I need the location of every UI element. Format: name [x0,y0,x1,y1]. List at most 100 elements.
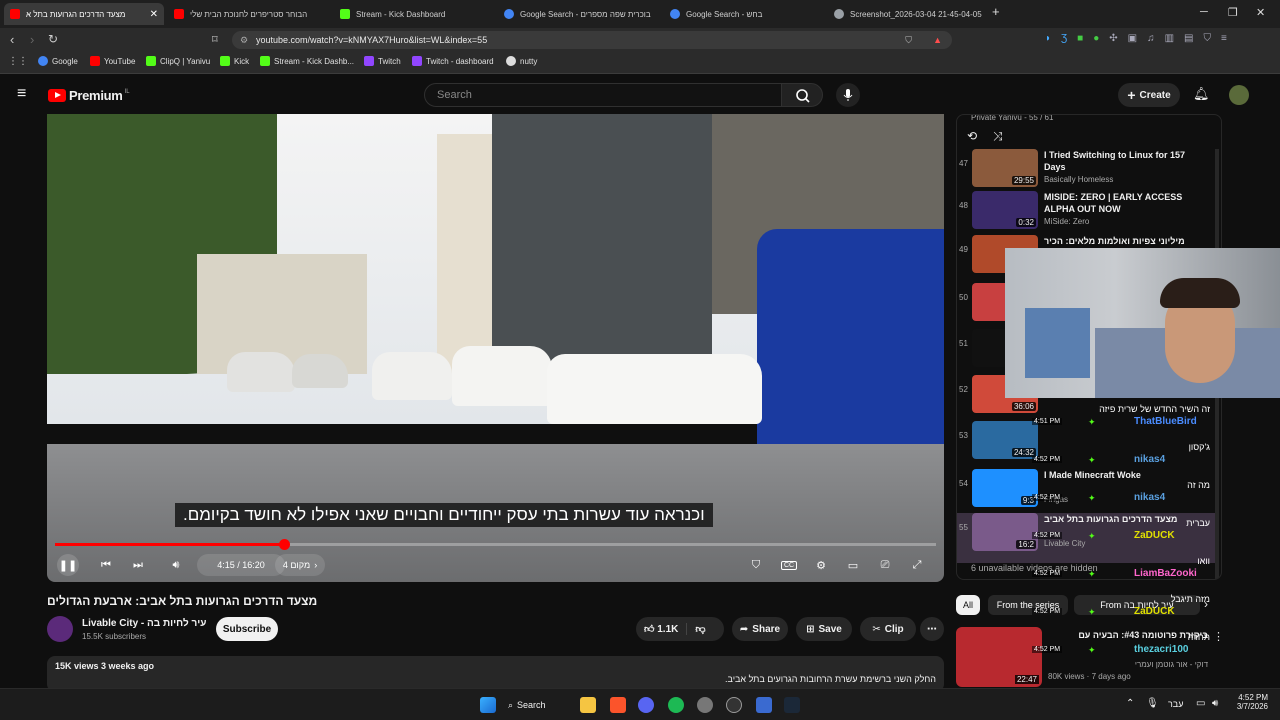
bookmark-youtube[interactable]: YouTube [90,56,135,66]
chapter-button[interactable]: 4 מקום › [275,554,325,576]
speaker-icon[interactable]: 🔊︎ [1212,698,1218,709]
avatar[interactable] [1229,85,1249,105]
settings-button[interactable]: ⚙ [810,554,832,576]
playlist-item-index: 51 [959,339,968,348]
clip-button[interactable]: ✂ Clip [860,617,916,641]
video-title: מצעד הדרכים הגרועות בתל אביב: ארבעת הגדו… [47,594,318,608]
search-input[interactable]: Search [424,83,782,107]
progress-scrubber[interactable] [279,539,291,550]
chevron-up-icon[interactable]: ⌃ [1126,698,1134,709]
extension-icon[interactable]: ◗ [1045,33,1051,47]
minimize-icon[interactable]: ─ [1200,6,1208,18]
description-box[interactable]: 15K views 3 weeks ago החלק השני ברשימת ע… [47,656,944,692]
voice-search-button[interactable] [836,83,860,107]
youtube-logo[interactable]: Premium IL [48,88,130,103]
share-button[interactable]: ➦ Share [732,617,788,641]
shield-icon[interactable]: ⛉ [905,31,912,49]
steam-icon[interactable] [784,697,800,713]
chip-all[interactable]: All [956,595,980,615]
site-info-icon[interactable]: ⚙ [240,31,248,49]
more-actions-button[interactable]: ⋯ [920,617,944,641]
tab-google-1[interactable]: Google Search - בוכרית שפה מספרים [498,3,658,25]
shield-icon: ⛉ [751,558,761,571]
tab-screenshot[interactable]: Screenshot_2026-03-04 21-45-04-05 [828,3,988,25]
reload-icon[interactable]: ↻ [48,32,58,46]
maximize-icon[interactable]: ❐ [1228,6,1238,19]
spotify-icon[interactable] [668,697,684,713]
brave-rewards-icon[interactable]: ▲ [933,31,942,49]
loop-icon[interactable]: ⟲ [967,129,977,143]
extension-icon[interactable]: ● [1093,33,1099,47]
chat-timestamp: 4:52 PM [1032,532,1063,539]
back-icon[interactable]: ‹ [10,32,14,47]
channel-name[interactable]: Livable City - עיר לחיות בה [82,618,206,629]
taskbar-search[interactable]: ⌕ Search [508,697,568,713]
monitor-icon[interactable]: ▭ [1196,698,1205,709]
vpn-icon[interactable]: ⛉ [1204,33,1212,47]
music-icon[interactable]: ♫ [1147,33,1155,47]
shuffle-icon[interactable]: ⤨ [993,129,1003,144]
miniplayer-button[interactable]: ▭ [842,554,864,576]
like-button[interactable]: 👍︎ 1.1K [644,623,678,635]
notifications-bell-icon[interactable]: 🔔︎ [1193,86,1210,102]
close-window-icon[interactable]: ✕ [1256,6,1265,19]
puzzle-icon[interactable]: ✣ [1109,33,1117,47]
wallet-icon[interactable]: ▤ [1184,33,1193,47]
app-icon[interactable] [756,697,772,713]
sidebar-icon[interactable]: ▥ [1165,33,1174,47]
new-tab-icon[interactable]: + [992,4,1000,19]
app-icon[interactable] [726,697,742,713]
fullscreen-button[interactable]: ⤢ [906,554,928,576]
microphone-icon[interactable]: 🎙︎ [1146,698,1159,709]
tab-google-2[interactable]: Google Search - בחש [664,3,824,25]
channel-avatar[interactable] [47,616,73,642]
obs-icon[interactable] [697,697,713,713]
captions-button[interactable]: CC [778,554,800,576]
save-button[interactable]: ⊞ Save [796,617,852,641]
chat-message: וואו 4:52 PM ✦ LiamBaZooki [1020,556,1220,582]
badge-icon: ✦ [1088,569,1096,579]
clock[interactable]: 4:52 PM 3/7/2026 [1232,693,1268,711]
file-explorer-icon[interactable] [580,697,596,713]
url-field[interactable]: ⚙ youtube.com/watch?v=kNMYAX7Huro&list=W… [232,31,952,49]
bookmark-nutty[interactable]: nutty [506,56,537,66]
video-player[interactable]: וכנראה עוד עשרות בתי עסק ייחודיים וחבויי… [47,114,944,582]
forward-icon[interactable]: › [30,32,34,47]
progress-bar[interactable] [55,539,936,550]
close-tab-icon[interactable]: ✕ [150,9,158,20]
next-button[interactable]: ⏭︎ [127,554,149,576]
bookmark-kick[interactable]: Kick [220,56,249,66]
previous-button[interactable]: ⏮︎ [95,554,117,576]
tab-kick[interactable]: Stream - Kick Dashboard [334,3,494,25]
save-icon: ⊞ [806,623,815,635]
dislike-button[interactable]: 👎︎ [686,623,706,635]
subscribe-button[interactable]: Subscribe [216,617,278,641]
sponsorblock-button[interactable]: ⛉ [745,554,767,576]
pause-button[interactable]: ❚❚ [57,554,79,576]
menu-icon[interactable]: ≡ [1221,33,1227,47]
tab-youtube-2[interactable]: הבוחר סטריפרים לחנוכת הבית שלי [168,3,328,25]
bookmark-stream-kick[interactable]: Stream - Kick Dashb... [260,56,354,66]
bookmark-twitch-dashboard[interactable]: Twitch - dashboard [412,56,494,66]
extension-icon[interactable]: ▣ [1128,33,1137,47]
cast-button[interactable]: ⎚ [874,554,896,576]
bookmark-twitch[interactable]: Twitch [364,56,401,66]
apps-grid-icon[interactable]: ⋮⋮ [8,56,28,67]
extension-icon[interactable]: Ʒ [1061,33,1067,47]
bookmark-clipq[interactable]: ClipQ | Yanivu [146,56,210,66]
extension-icon[interactable]: ■ [1077,33,1083,47]
brave-icon[interactable] [610,697,626,713]
stream-chat-overlay: זה השיר החדש של שרית פיזה 4:51 PM ✦ ThatBlu… [1020,404,1220,690]
discord-icon[interactable] [638,697,654,713]
search-button[interactable] [781,83,823,107]
bookmark-google[interactable]: Google [38,56,78,66]
playlist-thumbnail: 29:55 [972,149,1038,187]
create-button[interactable]: + Create [1118,83,1180,107]
language-indicator[interactable]: עבר [1168,699,1183,709]
start-icon[interactable] [480,697,496,713]
volume-button[interactable]: 🔊︎ [165,554,187,576]
tab-youtube-active[interactable]: מצעד הדרכים הגרועות בתל א ✕ [4,3,164,25]
hamburger-menu-icon[interactable]: ≡ [17,85,26,103]
playlist-item[interactable]: 48 0:32 MISIDE: ZERO | EARLY ACCESS ALPHA … [957,191,1219,241]
bookmark-icon[interactable]: ⌑ [212,33,218,46]
